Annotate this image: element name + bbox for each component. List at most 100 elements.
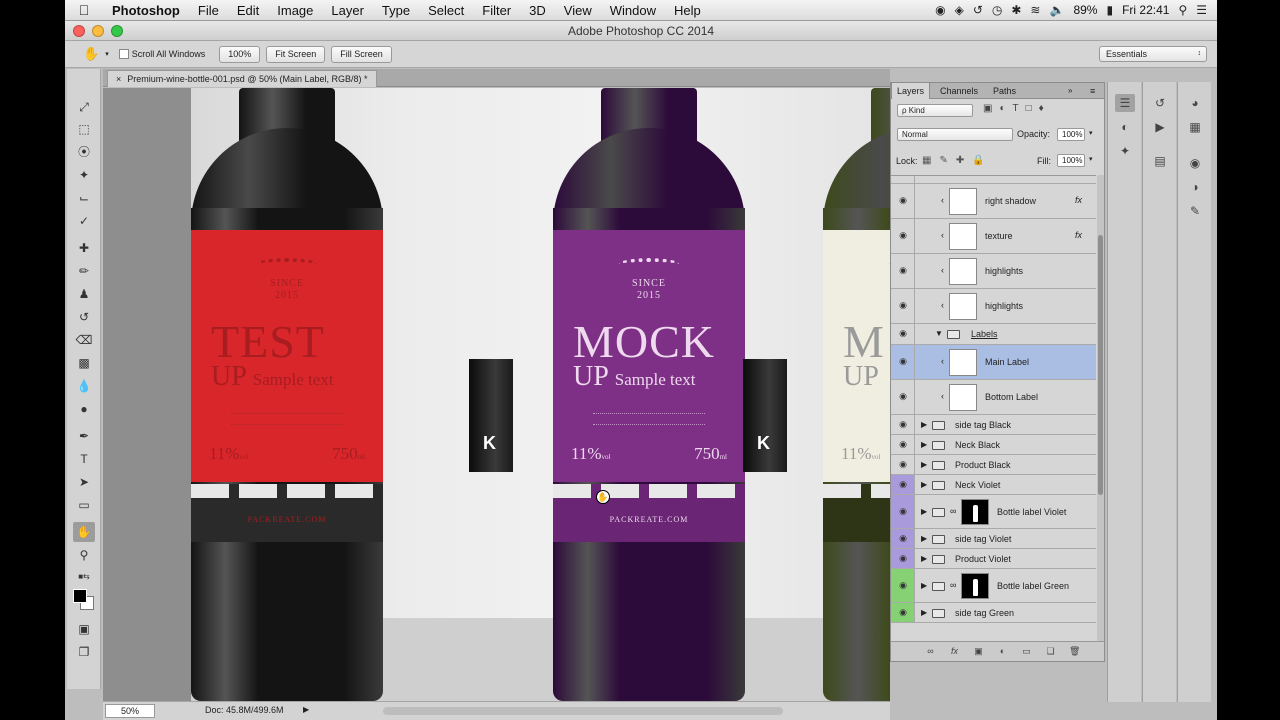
eye-icon[interactable]: ◉ bbox=[897, 266, 909, 275]
expand-group-icon[interactable]: ▶ bbox=[921, 534, 927, 544]
group-icon[interactable]: ▭ bbox=[1021, 646, 1032, 657]
pen-tool-icon[interactable]: ✒ bbox=[73, 426, 95, 446]
layer-name[interactable]: highlights bbox=[985, 300, 1023, 312]
panel-menu-icon[interactable]: ≡ bbox=[1085, 83, 1100, 99]
eye-icon[interactable]: ◉ bbox=[897, 196, 909, 205]
layer-row[interactable]: ◉ ‹ texture fx bbox=[891, 219, 1096, 254]
new-layer-icon[interactable]: ❏ bbox=[1045, 646, 1056, 657]
spotlight-icon[interactable]: ⚲ bbox=[1178, 3, 1187, 17]
visibility-toggle[interactable] bbox=[891, 176, 915, 183]
horizontal-scrollbar[interactable] bbox=[383, 707, 783, 715]
layer-fx-badge[interactable]: fx bbox=[1075, 195, 1082, 205]
layer-fx-badge[interactable]: fx bbox=[1075, 230, 1082, 240]
battery-icon[interactable]: ▮ bbox=[1106, 3, 1113, 17]
opacity-field[interactable]: 100% bbox=[1057, 128, 1085, 141]
layers-scrollbar[interactable] bbox=[1097, 175, 1104, 641]
layer-row[interactable]: ◉ ▶ side tag Green bbox=[891, 603, 1096, 623]
visibility-toggle[interactable]: ◉ bbox=[891, 549, 915, 568]
expand-group-icon[interactable]: ▶ bbox=[921, 507, 927, 517]
menu-3d[interactable]: 3D bbox=[520, 3, 555, 18]
visibility-toggle[interactable]: ◉ bbox=[891, 569, 915, 602]
layer-thumbnail[interactable] bbox=[949, 188, 977, 215]
paths-panel-icon[interactable]: ✦ bbox=[1115, 142, 1135, 160]
layers-panel-icon[interactable]: ☰ bbox=[1115, 94, 1135, 112]
visibility-toggle[interactable]: ◉ bbox=[891, 254, 915, 288]
fill-dropdown-icon[interactable]: ▾ bbox=[1089, 155, 1093, 163]
layer-name[interactable]: texture bbox=[985, 230, 1013, 242]
fit-screen-button[interactable]: Fit Screen bbox=[266, 45, 326, 63]
layer-row[interactable]: ◉ ‹ right shadow fx bbox=[891, 184, 1096, 219]
menu-type[interactable]: Type bbox=[373, 3, 419, 18]
menu-help[interactable]: Help bbox=[665, 3, 710, 18]
time-machine-icon[interactable]: ◷ bbox=[992, 3, 1002, 17]
collapse-panel-icon[interactable]: » bbox=[1063, 83, 1077, 99]
eye-icon[interactable]: ◉ bbox=[897, 533, 909, 543]
expand-group-icon[interactable]: ▶ bbox=[921, 460, 927, 470]
eye-icon[interactable]: ◉ bbox=[897, 231, 909, 240]
scroll-all-checkbox[interactable] bbox=[118, 49, 129, 60]
healing-brush-tool-icon[interactable]: ✚ bbox=[73, 238, 95, 258]
layer-name[interactable]: highlights bbox=[985, 265, 1023, 277]
layer-name[interactable]: Neck Violet bbox=[955, 479, 1000, 491]
vector-mask-thumbnail[interactable] bbox=[961, 573, 989, 599]
volume-icon[interactable]: 🔈 bbox=[1049, 3, 1064, 17]
path-selection-tool-icon[interactable]: ➤ bbox=[73, 472, 95, 492]
blend-mode-select[interactable]: Normal bbox=[897, 128, 1013, 141]
visibility-toggle[interactable]: ◉ bbox=[891, 529, 915, 548]
layer-row[interactable] bbox=[891, 176, 1096, 184]
sync-icon[interactable]: ↺ bbox=[973, 3, 983, 17]
scroll-all-windows-option[interactable]: Scroll All Windows bbox=[118, 49, 205, 60]
workspace-switcher[interactable]: Essentials ↕ bbox=[1099, 46, 1207, 62]
layer-name[interactable]: side tag Black bbox=[955, 419, 1011, 431]
menu-app-name[interactable]: Photoshop bbox=[103, 3, 189, 18]
swatches-panel-icon[interactable]: ▦ bbox=[1185, 118, 1205, 136]
eyedropper-tool-icon[interactable]: ✓ bbox=[73, 211, 95, 231]
layer-name[interactable]: side tag Violet bbox=[955, 533, 1011, 545]
visibility-toggle[interactable]: ◉ bbox=[891, 415, 915, 434]
visibility-toggle[interactable]: ◉ bbox=[891, 495, 915, 528]
layer-row[interactable]: ◉ ‹ Main Label bbox=[891, 345, 1096, 380]
history-brush-tool-icon[interactable]: ↺ bbox=[73, 307, 95, 327]
layer-row[interactable]: ◉ ▶ side tag Black bbox=[891, 415, 1096, 435]
layer-row[interactable]: ◉ ‹ highlights bbox=[891, 254, 1096, 289]
hand-tool-icon[interactable]: ✋ bbox=[73, 522, 95, 542]
layer-row[interactable]: ◉ ▶ ∞ Bottle label Violet bbox=[891, 495, 1096, 529]
layer-row[interactable]: ◉ ▶ Neck Violet bbox=[891, 475, 1096, 495]
link-icon[interactable]: ∞ bbox=[925, 646, 936, 657]
layer-row[interactable]: ◉ ‹ highlights bbox=[891, 289, 1096, 324]
menu-select[interactable]: Select bbox=[419, 3, 473, 18]
layer-name[interactable]: Bottle label Green bbox=[997, 580, 1069, 592]
adjustment-icon[interactable]: ◐ bbox=[997, 646, 1008, 657]
visibility-toggle[interactable]: ◉ bbox=[891, 455, 915, 474]
eraser-tool-icon[interactable]: ⌫ bbox=[73, 330, 95, 350]
layer-name[interactable]: Bottom Label bbox=[985, 391, 1038, 403]
eye-icon[interactable]: ◉ bbox=[897, 419, 909, 429]
eye-icon[interactable]: ◉ bbox=[897, 479, 909, 489]
filter-type-icons[interactable]: ▣◐T□♦ bbox=[983, 103, 1051, 114]
quick-mask-icon[interactable]: ▣ bbox=[73, 619, 95, 639]
fill-field[interactable]: 100% bbox=[1057, 154, 1085, 167]
layer-row[interactable]: ◉ ▶ side tag Violet bbox=[891, 529, 1096, 549]
layer-thumbnail[interactable] bbox=[949, 384, 977, 411]
eye-tray-icon[interactable]: ◈ bbox=[955, 3, 964, 17]
layer-name[interactable]: Bottle label Violet bbox=[997, 506, 1066, 518]
wifi-icon[interactable]: ≋ bbox=[1030, 3, 1040, 17]
opacity-dropdown-icon[interactable]: ▾ bbox=[1089, 129, 1093, 137]
layer-name[interactable]: Product Violet bbox=[955, 553, 1011, 565]
quick-select-tool-icon[interactable]: ✦ bbox=[73, 165, 95, 185]
visibility-toggle[interactable]: ◉ bbox=[891, 380, 915, 414]
eye-icon[interactable]: ◉ bbox=[897, 580, 909, 590]
visibility-toggle[interactable]: ◉ bbox=[891, 603, 915, 622]
visibility-toggle[interactable]: ◉ bbox=[891, 435, 915, 454]
eye-icon[interactable]: ◉ bbox=[897, 607, 909, 617]
layer-row[interactable]: ◉ ‹ Bottom Label bbox=[891, 380, 1096, 415]
collapse-group-icon[interactable]: ▼ bbox=[935, 329, 943, 339]
notification-center-icon[interactable]: ☰ bbox=[1196, 3, 1207, 17]
default-colors-icon[interactable]: ■⇆ bbox=[73, 567, 95, 587]
expand-group-icon[interactable]: ▶ bbox=[921, 554, 927, 564]
mask-icon[interactable]: ▣ bbox=[973, 646, 984, 657]
type-tool-icon[interactable]: T bbox=[73, 449, 95, 469]
expand-group-icon[interactable]: ▶ bbox=[921, 480, 927, 490]
marquee-tool-icon[interactable]: ⬚ bbox=[73, 119, 95, 139]
zoom-100-button[interactable]: 100% bbox=[219, 45, 261, 63]
